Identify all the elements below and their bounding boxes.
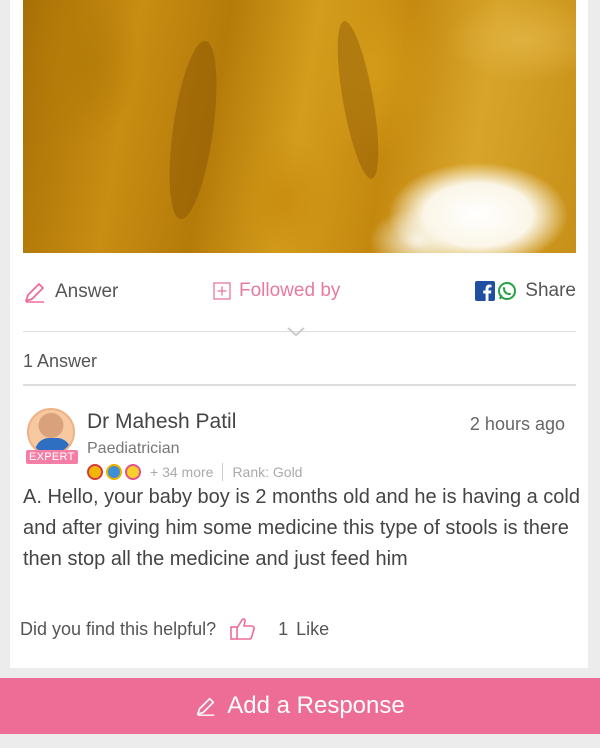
answer-button[interactable]: Answer [23,280,118,304]
badge-icon [106,464,122,480]
add-response-label: Add a Response [227,692,405,719]
share-label: Share [525,280,576,301]
divider [222,463,224,481]
thumbs-up-icon[interactable] [230,617,256,641]
divider [23,384,576,386]
doctor-avatar[interactable] [27,408,75,456]
question-card: Answer Followed by Share 1 Answer EXPERT… [10,0,588,668]
action-bar: Answer Followed by Share [23,270,576,316]
question-photo[interactable] [23,0,576,253]
pencil-icon [197,697,215,716]
doctor-name[interactable]: Dr Mahesh Patil [87,410,236,434]
pencil-icon [25,283,44,303]
answer-label: Answer [55,281,119,302]
helpful-row: Did you find this helpful? 1 Like [20,617,329,641]
photo-texture [160,38,226,222]
answer-timestamp: 2 hours ago [469,414,565,434]
badge-icon [87,464,103,480]
followed-by-label: Followed by [239,280,341,301]
doctor-specialty: Paediatrician [87,440,180,457]
facebook-icon [475,281,496,301]
helpful-question: Did you find this helpful? [20,618,217,639]
whatsapp-icon [498,282,517,300]
badge-row[interactable]: + 34 more Rank: Gold [87,463,302,481]
answer-text: A. Hello, your baby boy is 2 months old … [23,486,580,570]
add-response-button[interactable]: Add a Response [0,678,600,734]
badges-more: + 34 more [150,464,214,480]
badge-icon [125,464,141,480]
answer-count: 1 Answer [23,351,98,371]
expert-badge: EXPERT [26,450,78,464]
followed-by-button[interactable]: Followed by [213,280,340,302]
plus-square-icon [213,282,231,300]
chevron-down-icon[interactable] [286,326,306,338]
photo-texture [329,18,387,182]
rank-label: Rank: Gold [232,464,303,480]
like-count: 1 [278,618,289,639]
share-button[interactable]: Share [475,280,576,302]
like-label[interactable]: Like [296,619,329,640]
